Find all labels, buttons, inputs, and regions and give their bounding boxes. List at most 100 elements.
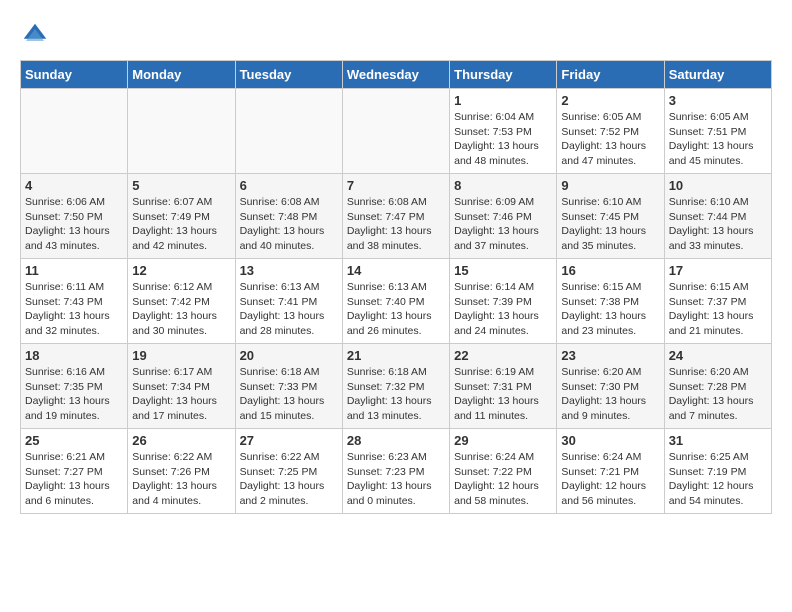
calendar-cell: 6 Sunrise: 6:08 AM Sunset: 7:48 PM Daylig… [235, 174, 342, 259]
calendar-cell: 9 Sunrise: 6:10 AM Sunset: 7:45 PM Daylig… [557, 174, 664, 259]
day-number: 23 [561, 348, 659, 363]
calendar-cell: 8 Sunrise: 6:09 AM Sunset: 7:46 PM Daylig… [450, 174, 557, 259]
calendar-cell: 26 Sunrise: 6:22 AM Sunset: 7:26 PM Dayli… [128, 429, 235, 514]
calendar-cell: 5 Sunrise: 6:07 AM Sunset: 7:49 PM Daylig… [128, 174, 235, 259]
calendar-week-2: 4 Sunrise: 6:06 AM Sunset: 7:50 PM Daylig… [21, 174, 772, 259]
day-info: Sunrise: 6:05 AM Sunset: 7:51 PM Dayligh… [669, 110, 767, 169]
calendar-cell [235, 89, 342, 174]
day-info: Sunrise: 6:20 AM Sunset: 7:28 PM Dayligh… [669, 365, 767, 424]
day-number: 31 [669, 433, 767, 448]
day-info: Sunrise: 6:21 AM Sunset: 7:27 PM Dayligh… [25, 450, 123, 509]
day-number: 21 [347, 348, 445, 363]
calendar-cell: 2 Sunrise: 6:05 AM Sunset: 7:52 PM Daylig… [557, 89, 664, 174]
day-info: Sunrise: 6:17 AM Sunset: 7:34 PM Dayligh… [132, 365, 230, 424]
day-info: Sunrise: 6:14 AM Sunset: 7:39 PM Dayligh… [454, 280, 552, 339]
day-info: Sunrise: 6:04 AM Sunset: 7:53 PM Dayligh… [454, 110, 552, 169]
calendar-cell: 25 Sunrise: 6:21 AM Sunset: 7:27 PM Dayli… [21, 429, 128, 514]
calendar-cell: 20Sunrise: 6:18 AM Sunset: 7:33 PM Dayli… [235, 344, 342, 429]
calendar-cell: 28Sunrise: 6:23 AM Sunset: 7:23 PM Dayli… [342, 429, 449, 514]
day-number: 17 [669, 263, 767, 278]
logo-icon [20, 20, 50, 50]
logo [20, 20, 54, 50]
day-number: 18 [25, 348, 123, 363]
day-info: Sunrise: 6:10 AM Sunset: 7:45 PM Dayligh… [561, 195, 659, 254]
col-header-sunday: Sunday [21, 61, 128, 89]
day-number: 26 [132, 433, 230, 448]
calendar-week-4: 18 Sunrise: 6:16 AM Sunset: 7:35 PM Dayli… [21, 344, 772, 429]
day-number: 5 [132, 178, 230, 193]
day-number: 10 [669, 178, 767, 193]
calendar-cell: 30Sunrise: 6:24 AM Sunset: 7:21 PM Dayli… [557, 429, 664, 514]
day-info: Sunrise: 6:16 AM Sunset: 7:35 PM Dayligh… [25, 365, 123, 424]
calendar-cell: 15 Sunrise: 6:14 AM Sunset: 7:39 PM Dayli… [450, 259, 557, 344]
calendar-cell: 1 Sunrise: 6:04 AM Sunset: 7:53 PM Daylig… [450, 89, 557, 174]
day-number: 19 [132, 348, 230, 363]
calendar-cell: 17 Sunrise: 6:15 AM Sunset: 7:37 PM Dayli… [664, 259, 771, 344]
day-info: Sunrise: 6:12 AM Sunset: 7:42 PM Dayligh… [132, 280, 230, 339]
day-info: Sunrise: 6:22 AM Sunset: 7:26 PM Dayligh… [132, 450, 230, 509]
calendar-cell: 27 Sunrise: 6:22 AM Sunset: 7:25 PM Dayli… [235, 429, 342, 514]
day-number: 29 [454, 433, 552, 448]
day-info: Sunrise: 6:10 AM Sunset: 7:44 PM Dayligh… [669, 195, 767, 254]
calendar-cell: 22 Sunrise: 6:19 AM Sunset: 7:31 PM Dayli… [450, 344, 557, 429]
day-info: Sunrise: 6:15 AM Sunset: 7:37 PM Dayligh… [669, 280, 767, 339]
day-number: 4 [25, 178, 123, 193]
col-header-thursday: Thursday [450, 61, 557, 89]
calendar-week-5: 25 Sunrise: 6:21 AM Sunset: 7:27 PM Dayli… [21, 429, 772, 514]
day-info: Sunrise: 6:13 AM Sunset: 7:40 PM Dayligh… [347, 280, 445, 339]
col-header-monday: Monday [128, 61, 235, 89]
col-header-tuesday: Tuesday [235, 61, 342, 89]
calendar-cell [21, 89, 128, 174]
day-info: Sunrise: 6:09 AM Sunset: 7:46 PM Dayligh… [454, 195, 552, 254]
day-number: 13 [240, 263, 338, 278]
day-number: 27 [240, 433, 338, 448]
day-info: Sunrise: 6:11 AM Sunset: 7:43 PM Dayligh… [25, 280, 123, 339]
day-number: 22 [454, 348, 552, 363]
day-number: 24 [669, 348, 767, 363]
calendar-cell: 10 Sunrise: 6:10 AM Sunset: 7:44 PM Dayli… [664, 174, 771, 259]
header [20, 20, 772, 50]
day-info: Sunrise: 6:19 AM Sunset: 7:31 PM Dayligh… [454, 365, 552, 424]
calendar-cell: 13 Sunrise: 6:13 AM Sunset: 7:41 PM Dayli… [235, 259, 342, 344]
day-number: 14 [347, 263, 445, 278]
day-info: Sunrise: 6:06 AM Sunset: 7:50 PM Dayligh… [25, 195, 123, 254]
day-number: 8 [454, 178, 552, 193]
calendar-cell [342, 89, 449, 174]
calendar-header-row: SundayMondayTuesdayWednesdayThursdayFrid… [21, 61, 772, 89]
day-info: Sunrise: 6:08 AM Sunset: 7:48 PM Dayligh… [240, 195, 338, 254]
day-info: Sunrise: 6:08 AM Sunset: 7:47 PM Dayligh… [347, 195, 445, 254]
day-number: 16 [561, 263, 659, 278]
day-number: 30 [561, 433, 659, 448]
calendar-cell: 19 Sunrise: 6:17 AM Sunset: 7:34 PM Dayli… [128, 344, 235, 429]
day-number: 9 [561, 178, 659, 193]
day-number: 6 [240, 178, 338, 193]
day-number: 1 [454, 93, 552, 108]
col-header-friday: Friday [557, 61, 664, 89]
day-number: 7 [347, 178, 445, 193]
calendar-week-3: 11 Sunrise: 6:11 AM Sunset: 7:43 PM Dayli… [21, 259, 772, 344]
day-info: Sunrise: 6:25 AM Sunset: 7:19 PM Dayligh… [669, 450, 767, 509]
calendar-week-1: 1 Sunrise: 6:04 AM Sunset: 7:53 PM Daylig… [21, 89, 772, 174]
calendar-cell: 4 Sunrise: 6:06 AM Sunset: 7:50 PM Daylig… [21, 174, 128, 259]
calendar-cell: 14 Sunrise: 6:13 AM Sunset: 7:40 PM Dayli… [342, 259, 449, 344]
day-number: 15 [454, 263, 552, 278]
day-info: Sunrise: 6:22 AM Sunset: 7:25 PM Dayligh… [240, 450, 338, 509]
day-info: Sunrise: 6:24 AM Sunset: 7:22 PM Dayligh… [454, 450, 552, 509]
day-number: 2 [561, 93, 659, 108]
calendar-cell: 16Sunrise: 6:15 AM Sunset: 7:38 PM Dayli… [557, 259, 664, 344]
day-number: 11 [25, 263, 123, 278]
calendar-cell: 29 Sunrise: 6:24 AM Sunset: 7:22 PM Dayli… [450, 429, 557, 514]
day-info: Sunrise: 6:05 AM Sunset: 7:52 PM Dayligh… [561, 110, 659, 169]
day-number: 25 [25, 433, 123, 448]
calendar-cell: 31 Sunrise: 6:25 AM Sunset: 7:19 PM Dayli… [664, 429, 771, 514]
day-info: Sunrise: 6:07 AM Sunset: 7:49 PM Dayligh… [132, 195, 230, 254]
calendar-cell: 12Sunrise: 6:12 AM Sunset: 7:42 PM Dayli… [128, 259, 235, 344]
day-number: 3 [669, 93, 767, 108]
day-info: Sunrise: 6:23 AM Sunset: 7:23 PM Dayligh… [347, 450, 445, 509]
col-header-wednesday: Wednesday [342, 61, 449, 89]
day-info: Sunrise: 6:13 AM Sunset: 7:41 PM Dayligh… [240, 280, 338, 339]
calendar-cell: 23Sunrise: 6:20 AM Sunset: 7:30 PM Dayli… [557, 344, 664, 429]
calendar-cell: 3 Sunrise: 6:05 AM Sunset: 7:51 PM Daylig… [664, 89, 771, 174]
calendar: SundayMondayTuesdayWednesdayThursdayFrid… [20, 60, 772, 514]
day-number: 20 [240, 348, 338, 363]
